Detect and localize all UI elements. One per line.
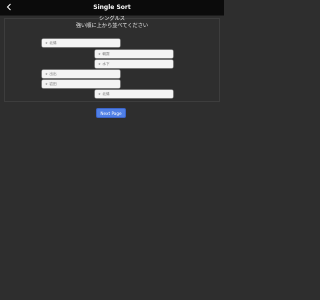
sort-tile[interactable]: ★ 水下 <box>95 60 173 68</box>
title-bar: Single Sort <box>0 0 224 16</box>
star-icon: ★ <box>45 41 48 45</box>
star-icon: ★ <box>98 92 101 96</box>
star-icon: ★ <box>45 72 48 76</box>
star-icon: ★ <box>45 82 48 86</box>
sort-tile[interactable]: ★ 朝霧 <box>95 50 173 58</box>
page-title: Single Sort <box>93 4 131 11</box>
sort-tile[interactable]: ★ 出出 <box>42 70 120 78</box>
next-page-button[interactable]: Next Page <box>96 108 126 118</box>
tile-label: 朝霧 <box>102 51 110 56</box>
tile-label: 北條 <box>49 40 57 45</box>
star-icon: ★ <box>98 52 101 56</box>
heading-line-2: 強い順に上から並べてください <box>75 23 149 29</box>
back-arrow-icon[interactable] <box>4 2 14 12</box>
sort-tile[interactable]: ★ 北條 <box>95 90 173 98</box>
tile-label: 北條 <box>102 91 110 96</box>
heading-line-1: シングルス <box>99 16 125 22</box>
sort-tile[interactable]: ★ 北條 <box>42 39 120 47</box>
star-icon: ★ <box>98 62 101 66</box>
sort-tile[interactable]: ★ 岩田 <box>42 80 120 88</box>
tile-label: 出出 <box>49 71 57 76</box>
tile-label: 水下 <box>102 61 110 66</box>
instruction-heading: シングルス 強い順に上から並べてください <box>0 16 224 30</box>
tile-label: 岩田 <box>49 81 57 86</box>
